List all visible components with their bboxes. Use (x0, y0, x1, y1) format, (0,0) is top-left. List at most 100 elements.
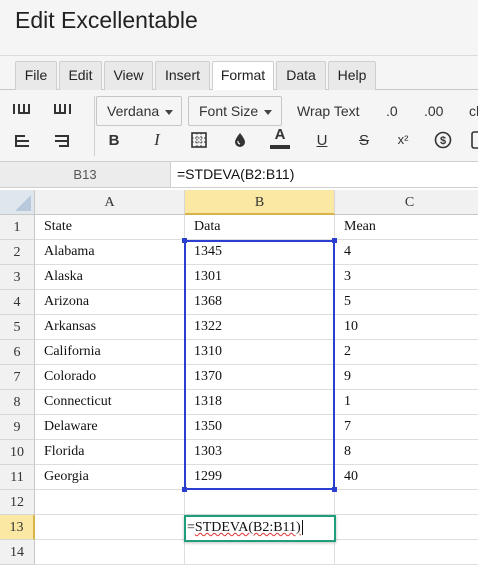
superscript-button[interactable]: x² (391, 127, 415, 151)
column-header-c[interactable]: C (335, 190, 478, 215)
row-header-8[interactable]: 8 (0, 390, 35, 415)
cell-editor[interactable]: =STDEVA(B2:B11) (184, 515, 336, 542)
font-color-letter: A (274, 126, 286, 143)
cell-b8[interactable]: 1318 (185, 390, 335, 415)
font-size-dropdown[interactable]: Font Size (188, 96, 282, 126)
cell-c5[interactable]: 10 (335, 315, 478, 340)
cell-b14[interactable] (185, 540, 335, 565)
cell-c2[interactable]: 4 (335, 240, 478, 265)
formula-input[interactable]: =STDEVA(B2:B11) (177, 162, 294, 187)
cell-a6[interactable]: California (35, 340, 185, 365)
borders-icon[interactable] (187, 128, 211, 152)
column-header-b[interactable]: B (185, 190, 335, 215)
cell-a8[interactable]: Connecticut (35, 390, 185, 415)
cell-a4[interactable]: Arizona (35, 290, 185, 315)
row-header-4[interactable]: 4 (0, 290, 35, 315)
font-color-button[interactable]: A (268, 126, 292, 150)
cell-a5[interactable]: Arkansas (35, 315, 185, 340)
app-title: Edit Excellentable (15, 7, 198, 33)
font-family-value: Verdana (107, 103, 160, 119)
tab-help[interactable]: Help (328, 61, 376, 90)
cell-a12[interactable] (35, 490, 185, 515)
cell-c7[interactable]: 9 (335, 365, 478, 390)
row-header-13[interactable]: 13 (0, 515, 35, 540)
cell-b2[interactable]: 1345 (185, 240, 335, 265)
cell-b4[interactable]: 1368 (185, 290, 335, 315)
fill-color-icon[interactable] (228, 128, 252, 152)
cell-c1[interactable]: Mean (335, 215, 478, 240)
currency-icon[interactable]: $ (431, 128, 455, 152)
tab-view[interactable]: View (104, 61, 153, 90)
insert-column-right-icon[interactable] (50, 98, 74, 122)
strikethrough-button[interactable]: S (352, 128, 376, 152)
percent-icon[interactable] (466, 128, 478, 152)
toolbar-separator (94, 96, 95, 156)
cell-a10[interactable]: Florida (35, 440, 185, 465)
row-header-1[interactable]: 1 (0, 215, 35, 240)
row-header-2[interactable]: 2 (0, 240, 35, 265)
clear-button[interactable]: cl (469, 103, 478, 119)
row-header-12[interactable]: 12 (0, 490, 35, 515)
cell-a14[interactable] (35, 540, 185, 565)
cell-b11[interactable]: 1299 (185, 465, 335, 490)
text-cursor (301, 520, 303, 536)
cell-c8[interactable]: 1 (335, 390, 478, 415)
cell-c4[interactable]: 5 (335, 290, 478, 315)
font-family-dropdown[interactable]: Verdana (96, 96, 182, 126)
row-header-3[interactable]: 3 (0, 265, 35, 290)
row-header-11[interactable]: 11 (0, 465, 35, 490)
tab-format[interactable]: Format (212, 61, 274, 91)
tab-insert[interactable]: Insert (155, 61, 210, 90)
cell-a2[interactable]: Alabama (35, 240, 185, 265)
tab-edit[interactable]: Edit (59, 61, 102, 90)
select-all-corner[interactable] (0, 190, 35, 215)
decrease-decimal-button[interactable]: .0 (386, 103, 398, 119)
row-header-14[interactable]: 14 (0, 540, 35, 565)
cell-c9[interactable]: 7 (335, 415, 478, 440)
tab-data[interactable]: Data (276, 61, 326, 90)
font-color-swatch (270, 145, 290, 149)
underline-button[interactable]: U (310, 128, 334, 152)
cell-c3[interactable]: 3 (335, 265, 478, 290)
cell-c6[interactable]: 2 (335, 340, 478, 365)
chevron-down-icon (165, 109, 174, 115)
cell-b7[interactable]: 1370 (185, 365, 335, 390)
cell-b10[interactable]: 1303 (185, 440, 335, 465)
cell-editor-text: =STDEVA(B2:B11) (187, 520, 301, 535)
cell-b12[interactable] (185, 490, 335, 515)
name-box[interactable]: B13 (0, 162, 171, 187)
cell-a11[interactable]: Georgia (35, 465, 185, 490)
wrap-text-button[interactable]: Wrap Text (297, 103, 360, 119)
row-header-10[interactable]: 10 (0, 440, 35, 465)
cell-a3[interactable]: Alaska (35, 265, 185, 290)
chevron-down-icon (264, 109, 273, 115)
cell-c10[interactable]: 8 (335, 440, 478, 465)
column-header-a[interactable]: A (35, 190, 185, 215)
cell-b1[interactable]: Data (185, 215, 335, 240)
cell-c12[interactable] (335, 490, 478, 515)
row-header-9[interactable]: 9 (0, 415, 35, 440)
row-header-6[interactable]: 6 (0, 340, 35, 365)
cell-a1[interactable]: State (35, 215, 185, 240)
cell-b6[interactable]: 1310 (185, 340, 335, 365)
spreadsheet-grid: A B C 1 State Data Mean 2 Alabama 1345 4 3 Alaska… (0, 190, 478, 568)
tab-file[interactable]: File (15, 61, 57, 90)
insert-row-below-icon[interactable] (50, 130, 74, 154)
cell-b5[interactable]: 1322 (185, 315, 335, 340)
italic-button[interactable]: I (145, 128, 169, 152)
insert-row-above-icon[interactable] (10, 130, 34, 154)
cell-a13[interactable] (35, 515, 185, 540)
cell-c11[interactable]: 40 (335, 465, 478, 490)
formula-bar: B13 =STDEVA(B2:B11) (0, 162, 478, 188)
cell-b3[interactable]: 1301 (185, 265, 335, 290)
cell-c13[interactable] (335, 515, 478, 540)
cell-b9[interactable]: 1350 (185, 415, 335, 440)
cell-c14[interactable] (335, 540, 478, 565)
increase-decimal-button[interactable]: .00 (424, 103, 443, 119)
cell-a9[interactable]: Delaware (35, 415, 185, 440)
cell-a7[interactable]: Colorado (35, 365, 185, 390)
row-header-5[interactable]: 5 (0, 315, 35, 340)
insert-column-left-icon[interactable] (10, 98, 34, 122)
bold-button[interactable]: B (102, 128, 126, 152)
row-header-7[interactable]: 7 (0, 365, 35, 390)
